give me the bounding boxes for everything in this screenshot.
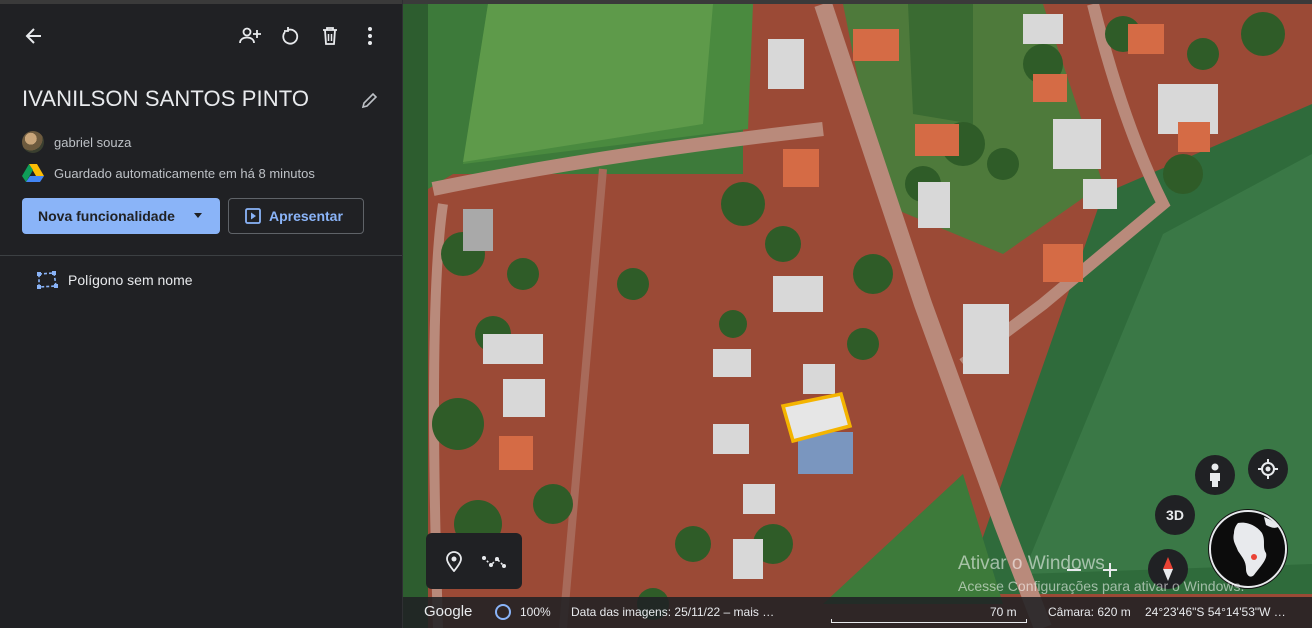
scale-label: 70 m [990,605,1017,619]
windows-activation-subtitle: Acesse Configurações para ativar o Windo… [958,578,1245,594]
globe-icon [1209,510,1287,588]
present-icon [245,208,261,224]
zoom-level: 100% [520,605,551,619]
status-bar: Google 100% Data das imagens: 25/11/22 –… [403,597,1312,628]
save-status-text: Guardado automaticamente em há 8 minutos [54,165,315,181]
dropdown-arrow-icon [194,213,202,218]
divider [0,255,402,256]
avatar [22,131,44,153]
project-title: IVANILSON SANTOS PINTO [22,86,310,111]
more-options-icon[interactable] [356,22,384,50]
project-panel: IVANILSON SANTOS PINTO gabriel souza Gua… [0,0,403,628]
save-status-row: Guardado automaticamente em há 8 minutos [22,163,315,183]
view-3d-label: 3D [1166,507,1184,523]
owner-row: gabriel souza [22,131,131,153]
owner-name: gabriel souza [54,134,132,150]
polygon-icon [36,270,58,290]
feature-item-polygon[interactable]: Polígono sem nome [36,270,193,290]
present-button[interactable]: Apresentar [228,198,364,234]
new-feature-button[interactable]: Nova funcionalidade [22,198,220,234]
windows-activation-title: Ativar o Windows [958,553,1105,574]
draw-tools [426,533,522,589]
new-feature-label: Nova funcionalidade [38,208,175,224]
present-label: Apresentar [269,208,343,224]
coordinates: 24°23'46"S 54°14'53"W … [1145,605,1286,619]
back-arrow-icon[interactable] [20,22,48,50]
add-person-icon[interactable] [236,22,264,50]
imagery-date[interactable]: Data das imagens: 25/11/22 – mais … [571,605,774,619]
my-location-icon[interactable] [1248,449,1288,489]
delete-icon[interactable] [316,22,344,50]
drive-icon [22,163,44,183]
google-logo: Google [424,603,473,620]
camera-altitude: Câmara: 620 m [1048,605,1131,619]
top-strip [0,0,402,4]
streaming-indicator-icon [495,604,511,620]
globe-overview[interactable] [1208,509,1288,589]
view-3d-button[interactable]: 3D [1155,495,1195,535]
street-view-pegman-icon[interactable] [1195,455,1235,495]
feature-label: Polígono sem nome [68,272,193,288]
scale-bar [831,619,1027,623]
draw-path-icon[interactable] [478,545,510,577]
edit-title-icon[interactable] [356,86,384,114]
undo-history-icon[interactable] [276,22,304,50]
add-placemark-icon[interactable] [438,545,470,577]
